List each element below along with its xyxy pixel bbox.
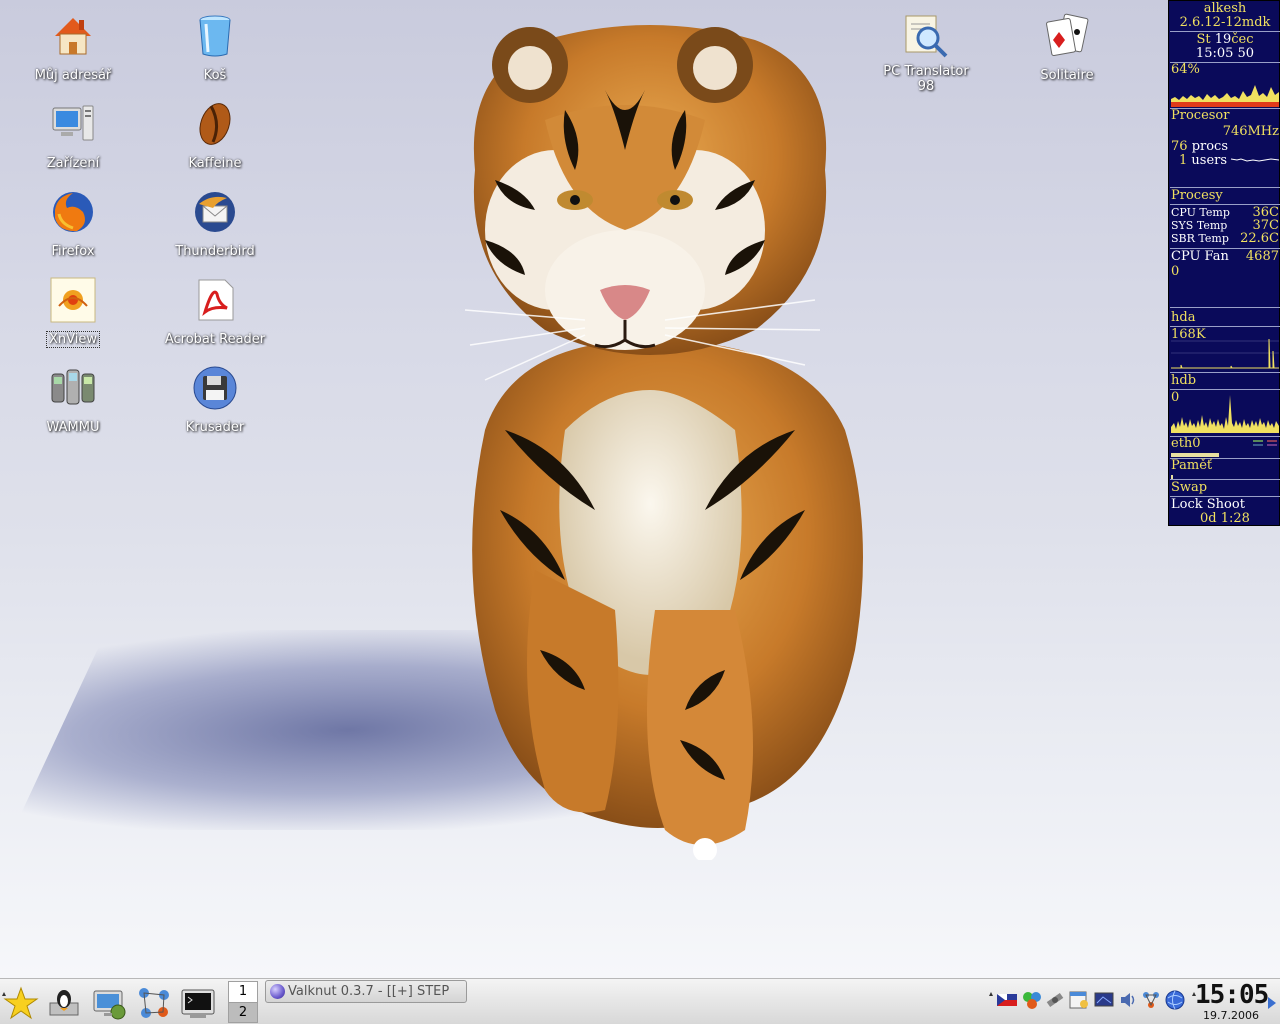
calendar-user-icon[interactable] (1068, 989, 1090, 1011)
satellite-icon[interactable] (1044, 989, 1066, 1011)
desktop[interactable]: Můj adresář Koš Zařízení Kaffeine Firefo… (0, 0, 1280, 978)
coffee-bean-icon (199, 103, 231, 145)
pager-desktop-1[interactable]: 1 (229, 982, 257, 1002)
cpu-graph (1171, 85, 1279, 107)
monitor-time: 15:05 50 (1195, 46, 1255, 61)
clock-time: 15:05 (1195, 980, 1269, 1010)
launcher-network[interactable] (136, 985, 172, 1021)
monitor-fan-value: 4687 (1245, 249, 1279, 264)
star-icon (3, 986, 39, 1020)
launcher-show-desktop[interactable] (46, 985, 82, 1021)
lock-button[interactable]: Lock (1171, 497, 1203, 512)
desktop-icon-acrobat[interactable]: Acrobat Reader (160, 276, 270, 347)
firefox-icon (53, 192, 93, 232)
desktop-icon-home[interactable]: Můj adresář (18, 12, 128, 83)
monitor-procs-section: Procesy (1171, 188, 1223, 203)
pager-desktop-2[interactable]: 2 (229, 1002, 257, 1022)
separator (1170, 307, 1280, 308)
acrobat-icon (198, 279, 234, 321)
clock-date: 19.7.2006 (1203, 1009, 1259, 1022)
monitor-hda-label: hda (1171, 310, 1196, 325)
display-icon[interactable] (1093, 989, 1115, 1011)
taskbar-task-valknut[interactable]: Valknut 0.3.7 - [[+] STEP (265, 980, 467, 1003)
desktop-icon-wammu[interactable]: WAMMU (18, 364, 128, 435)
desktop-pager[interactable]: 1 2 (228, 981, 258, 1023)
desktop-icon-solitaire[interactable]: Solitaire (1012, 12, 1122, 83)
panel-hide-arrow-icon[interactable] (1268, 997, 1276, 1009)
colorful-dots-icon[interactable] (1021, 989, 1043, 1011)
shoot-button[interactable]: Shoot (1207, 497, 1245, 512)
eth-indicator (1253, 440, 1277, 446)
desktop-icon-label: Zařízení (46, 156, 100, 171)
monitor-kernel: 2.6.12-12mdk (1179, 15, 1271, 30)
desktop-icon-label: Firefox (51, 244, 95, 259)
desktop-icon-trash[interactable]: Koš (160, 12, 270, 83)
penguin-desk-icon (49, 990, 79, 1016)
desktop-icon-xnview[interactable]: XnView (18, 276, 128, 348)
dictionary-magnifier-icon (905, 15, 948, 58)
taskbar-clock[interactable]: 15:05 19.7.2006 (1195, 980, 1269, 1023)
launcher-terminal[interactable] (180, 985, 216, 1021)
tray-handle[interactable] (989, 981, 993, 996)
keyboard-layout-icon[interactable] (996, 989, 1018, 1011)
trash-icon (199, 15, 231, 57)
home-folder-icon (55, 18, 91, 55)
hdb-graph (1171, 395, 1279, 433)
volume-icon[interactable] (1117, 989, 1139, 1011)
hda-graph (1171, 338, 1279, 369)
monitor-cpu-label: Procesor (1171, 108, 1230, 123)
floppy-disk-icon (193, 366, 237, 410)
wallpaper-tiger (464, 25, 863, 860)
computer-icon (52, 105, 94, 141)
monitor-date-num: 19 (1214, 32, 1232, 47)
monitor-uptime: 0d 1:28 (1200, 511, 1250, 526)
system-monitor[interactable]: alkesh 2.6.12-12mdk St 19čec 15:05 50 64… (1168, 0, 1280, 526)
desktop-icon-label: Solitaire (1040, 68, 1094, 83)
desktop-icon-label: Koš (203, 68, 227, 83)
valknut-icon (270, 984, 285, 999)
terminal-icon (181, 989, 215, 1018)
monitor-date-day: St (1196, 32, 1211, 47)
desktop-icon-label: PC Translator 98 (883, 64, 969, 94)
desktop-icon-label: WAMMU (46, 420, 100, 435)
desktop-icon-label: Krusader (185, 420, 245, 435)
procs-graph (1230, 158, 1279, 162)
monitor-mem-label: Paměť (1171, 458, 1213, 473)
launcher-control-center[interactable] (91, 985, 127, 1021)
separator (1170, 389, 1280, 390)
monitor-fan-zero: 0 (1171, 264, 1180, 279)
monitor-cpu-freq: 746MHz (1222, 124, 1279, 139)
desktop-icon-pc-translator[interactable]: PC Translator 98 (871, 12, 981, 94)
monitor-lock-shoot: Lock Shoot (1171, 498, 1279, 512)
desktop-icon-label: Můj adresář (34, 68, 112, 83)
desktop-icon-kaffeine[interactable]: Kaffeine (160, 100, 270, 171)
network-icon (139, 988, 169, 1018)
desktop-icon-label: Thunderbird (175, 244, 255, 259)
desktop-icon-thunderbird[interactable]: Thunderbird (160, 188, 270, 259)
monitor-settings-icon (93, 990, 126, 1020)
monitor-sbr-temp: 22.6C (1240, 231, 1279, 246)
taskbar[interactable]: 1 2 Valknut 0.3.7 - [[+] STEP 15:05 19.7… (0, 978, 1280, 1024)
desktop-icon-krusader[interactable]: Krusader (160, 364, 270, 435)
monitor-date: St 19čec (1171, 33, 1279, 47)
thunderbird-icon (195, 192, 235, 232)
desktop-icon-devices[interactable]: Zařízení (18, 100, 128, 171)
monitor-date-month: čec (1231, 32, 1254, 47)
desktop-icon-label: Acrobat Reader (164, 332, 266, 347)
monitor-host: alkesh (1203, 1, 1247, 16)
desktop-icon-label: XnView (46, 331, 100, 348)
desktop-icon-label: Kaffeine (188, 156, 242, 171)
desktop-icon-firefox[interactable]: Firefox (18, 188, 128, 259)
playing-cards-icon (1046, 13, 1089, 57)
mobile-phones-icon (51, 369, 95, 405)
globe-update-icon[interactable] (1164, 989, 1186, 1011)
monitor-hdb-label: hdb (1171, 373, 1197, 388)
xnview-icon (50, 277, 96, 323)
eth-bar (1171, 453, 1219, 457)
task-title: Valknut 0.3.7 - [[+] STEP (288, 984, 450, 999)
start-menu-button[interactable] (3, 985, 39, 1021)
network-manager-icon[interactable] (1140, 989, 1162, 1011)
monitor-swap-label: Swap (1171, 480, 1208, 495)
monitor-cpu-percent: 64% (1171, 62, 1200, 77)
